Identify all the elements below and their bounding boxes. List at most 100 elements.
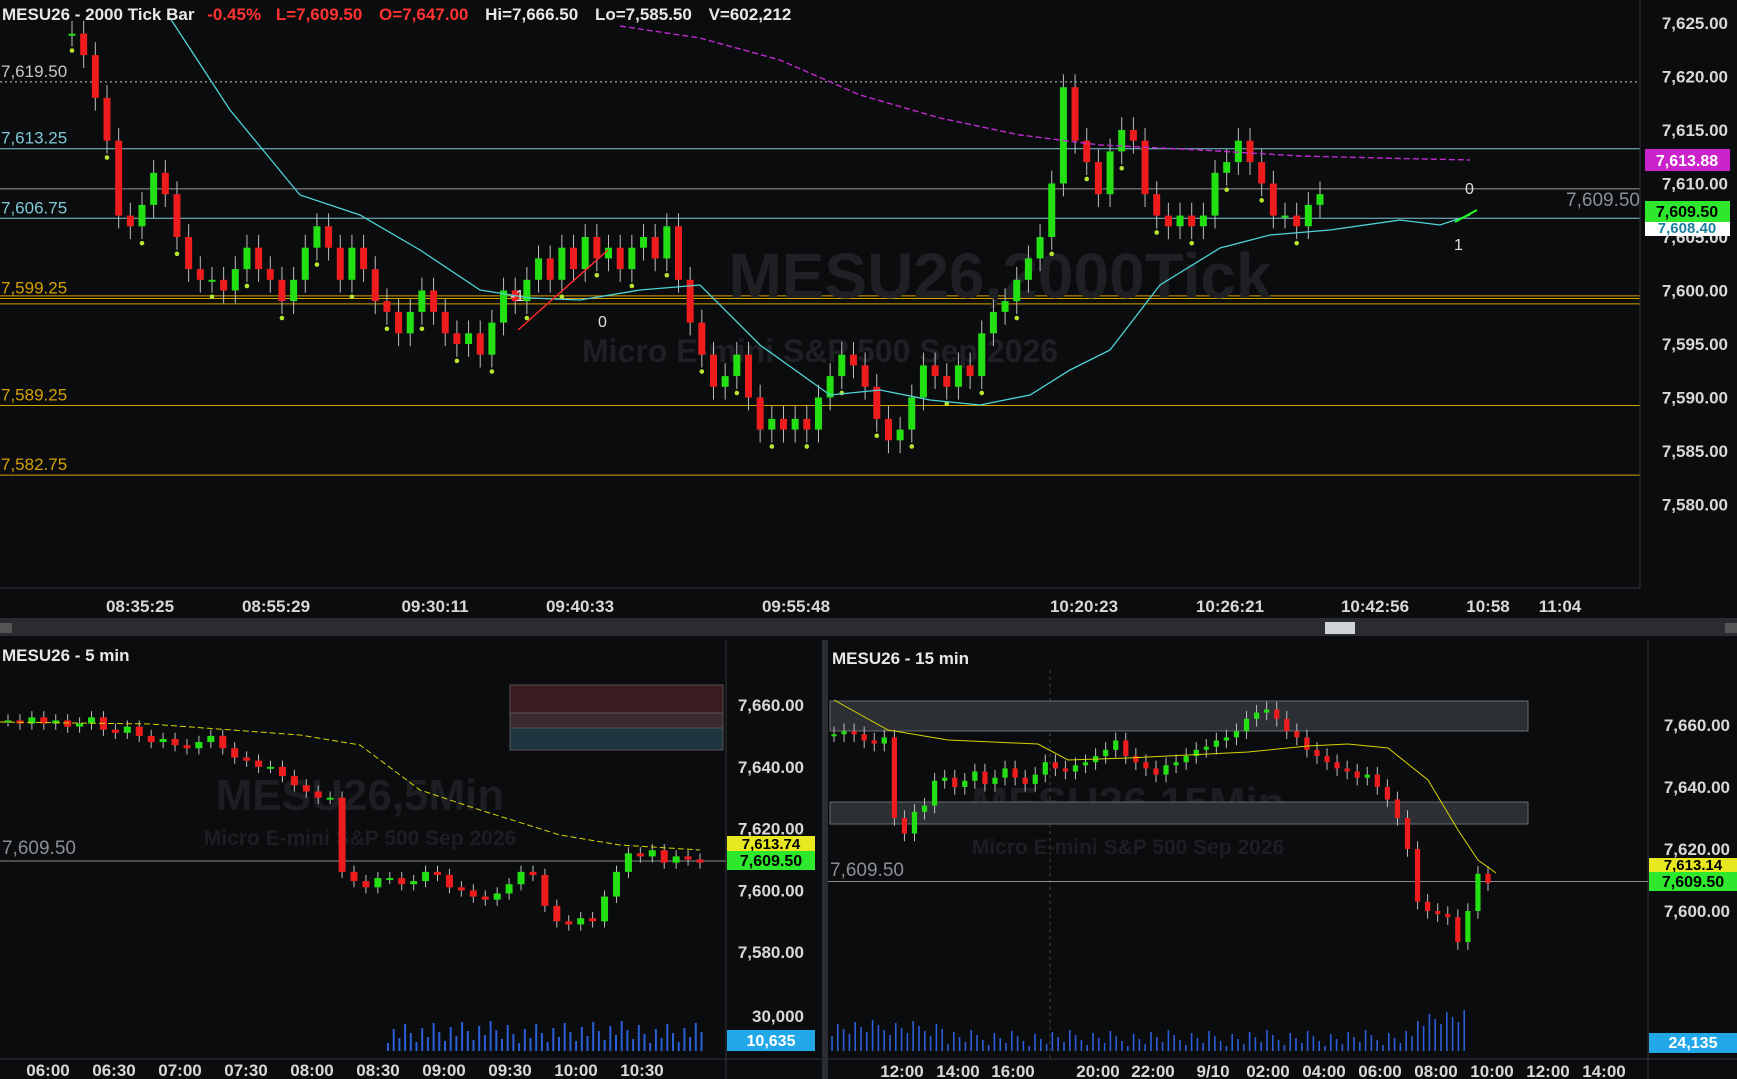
candle-body — [231, 269, 239, 291]
signal-dot — [1154, 230, 1160, 235]
signal-dot — [209, 294, 215, 299]
candle-body — [861, 365, 869, 387]
scroll-right-arrow-icon[interactable] — [1725, 623, 1737, 633]
time-tick: 10:00 — [554, 1061, 597, 1079]
candle-body — [469, 890, 477, 897]
candle-body — [779, 418, 787, 430]
candle-body — [1485, 873, 1491, 884]
volume-tag-text: 24,135 — [1669, 1035, 1718, 1052]
fifteen-min-chart[interactable]: MESU26,15Min Micro E-mini S&P 500 Sep 20… — [828, 640, 1737, 1079]
candle-body — [115, 140, 123, 216]
signal-dot — [1049, 251, 1055, 257]
horizontal-scrollbar[interactable] — [0, 620, 1737, 636]
candle-body — [989, 311, 997, 334]
candle-body — [103, 97, 111, 141]
candle-body — [1036, 237, 1044, 259]
candle-body — [744, 354, 752, 398]
candle-body — [908, 397, 916, 430]
tick-chart-panel[interactable]: 7,619.50 7,613.25 7,606.75 7,599.25 7,589.25… — [0, 0, 1737, 620]
candle-body — [535, 258, 543, 280]
candle-body — [1304, 204, 1312, 227]
candle-body — [565, 921, 573, 925]
time-tick: 02:00 — [1246, 1062, 1289, 1079]
candle-body — [814, 397, 822, 430]
candle-body — [453, 333, 461, 344]
price-tick: 7,585.00 — [1662, 442, 1728, 461]
candle-body — [616, 247, 624, 270]
candle-body — [1176, 215, 1184, 227]
five-min-chart-panel[interactable]: MESU26,5Min Micro E-mini S&P 500 Sep 202… — [0, 640, 822, 1079]
signal-dot — [69, 48, 75, 53]
candle-body — [243, 757, 251, 761]
candle-body — [1334, 762, 1340, 769]
time-tick: 06:00 — [1358, 1062, 1401, 1079]
candle-body — [434, 871, 442, 875]
signal-dot — [664, 272, 670, 278]
candle-body — [1243, 718, 1250, 732]
candle-body — [1188, 215, 1196, 227]
candle-body — [1233, 731, 1240, 738]
candle-body — [161, 172, 169, 195]
candle-body — [1183, 756, 1189, 763]
candle-body — [546, 258, 554, 280]
signal-dot — [244, 283, 250, 289]
candle-body — [1324, 756, 1330, 763]
time-tick: 16:00 — [991, 1062, 1034, 1079]
candle-body — [932, 780, 938, 806]
candle-body — [1281, 215, 1289, 218]
price-tick: 7,590.00 — [1662, 389, 1728, 408]
candle-body — [684, 856, 692, 860]
time-tick: 09:55:48 — [762, 597, 830, 616]
chart-title: MESU26 - 5 min — [2, 646, 130, 665]
price-level-label: 7,606.75 — [1, 198, 67, 217]
signal-dot — [419, 326, 425, 332]
candle-body — [1113, 740, 1119, 750]
candle-body — [871, 740, 877, 744]
time-tick: 20:00 — [1076, 1062, 1119, 1079]
candle-body — [1013, 279, 1021, 302]
value-area-box — [509, 727, 724, 751]
time-tick: 09:00 — [422, 1061, 465, 1079]
candle-body — [851, 731, 857, 735]
panel-divider[interactable] — [822, 640, 828, 1079]
tick-chart[interactable]: 7,619.50 7,613.25 7,606.75 7,599.25 7,589.25… — [0, 0, 1737, 620]
candle-body — [123, 726, 131, 733]
volume: V=602,212 — [709, 5, 792, 24]
candle-body — [1103, 749, 1109, 756]
candle-body — [1404, 818, 1411, 849]
candle-body — [150, 172, 158, 205]
time-tick: 10:30 — [620, 1061, 663, 1079]
signal-dot — [454, 358, 460, 364]
candle-body — [589, 918, 597, 922]
candle-body — [430, 290, 438, 312]
candle-body — [290, 279, 298, 302]
signal-dot — [734, 390, 740, 396]
scroll-thumb[interactable] — [1325, 622, 1355, 634]
candle-body — [360, 247, 368, 270]
five-min-chart[interactable]: MESU26,5Min Micro E-mini S&P 500 Sep 202… — [0, 640, 822, 1079]
candle-body — [756, 397, 764, 430]
candle-body — [962, 780, 968, 787]
candle-body — [636, 853, 644, 857]
candle-body — [581, 237, 589, 270]
signal-dot — [699, 369, 705, 374]
candle-body — [147, 735, 155, 743]
signal-dot — [979, 390, 985, 396]
signal-dot — [314, 262, 320, 267]
candle-body — [517, 871, 525, 885]
time-tick: 08:30 — [356, 1061, 399, 1079]
ma-price-tag-text: 7,613.74 — [742, 836, 801, 853]
candle-body — [126, 215, 134, 227]
candle-body — [406, 311, 414, 334]
candle-body — [612, 871, 620, 897]
time-tick: 09:30:11 — [401, 597, 468, 616]
candle-body — [80, 33, 88, 56]
time-tick: 10:20:23 — [1050, 597, 1118, 616]
scroll-left-arrow-icon[interactable] — [0, 623, 12, 633]
watermark: MESU26,2000Tick — [728, 240, 1272, 312]
fifteen-min-chart-panel[interactable]: MESU26,15Min Micro E-mini S&P 500 Sep 20… — [828, 640, 1737, 1079]
signal-dot — [874, 433, 880, 439]
time-tick: 11:04 — [1539, 597, 1582, 616]
signal-dot — [1119, 165, 1125, 171]
candle-body — [640, 237, 648, 248]
